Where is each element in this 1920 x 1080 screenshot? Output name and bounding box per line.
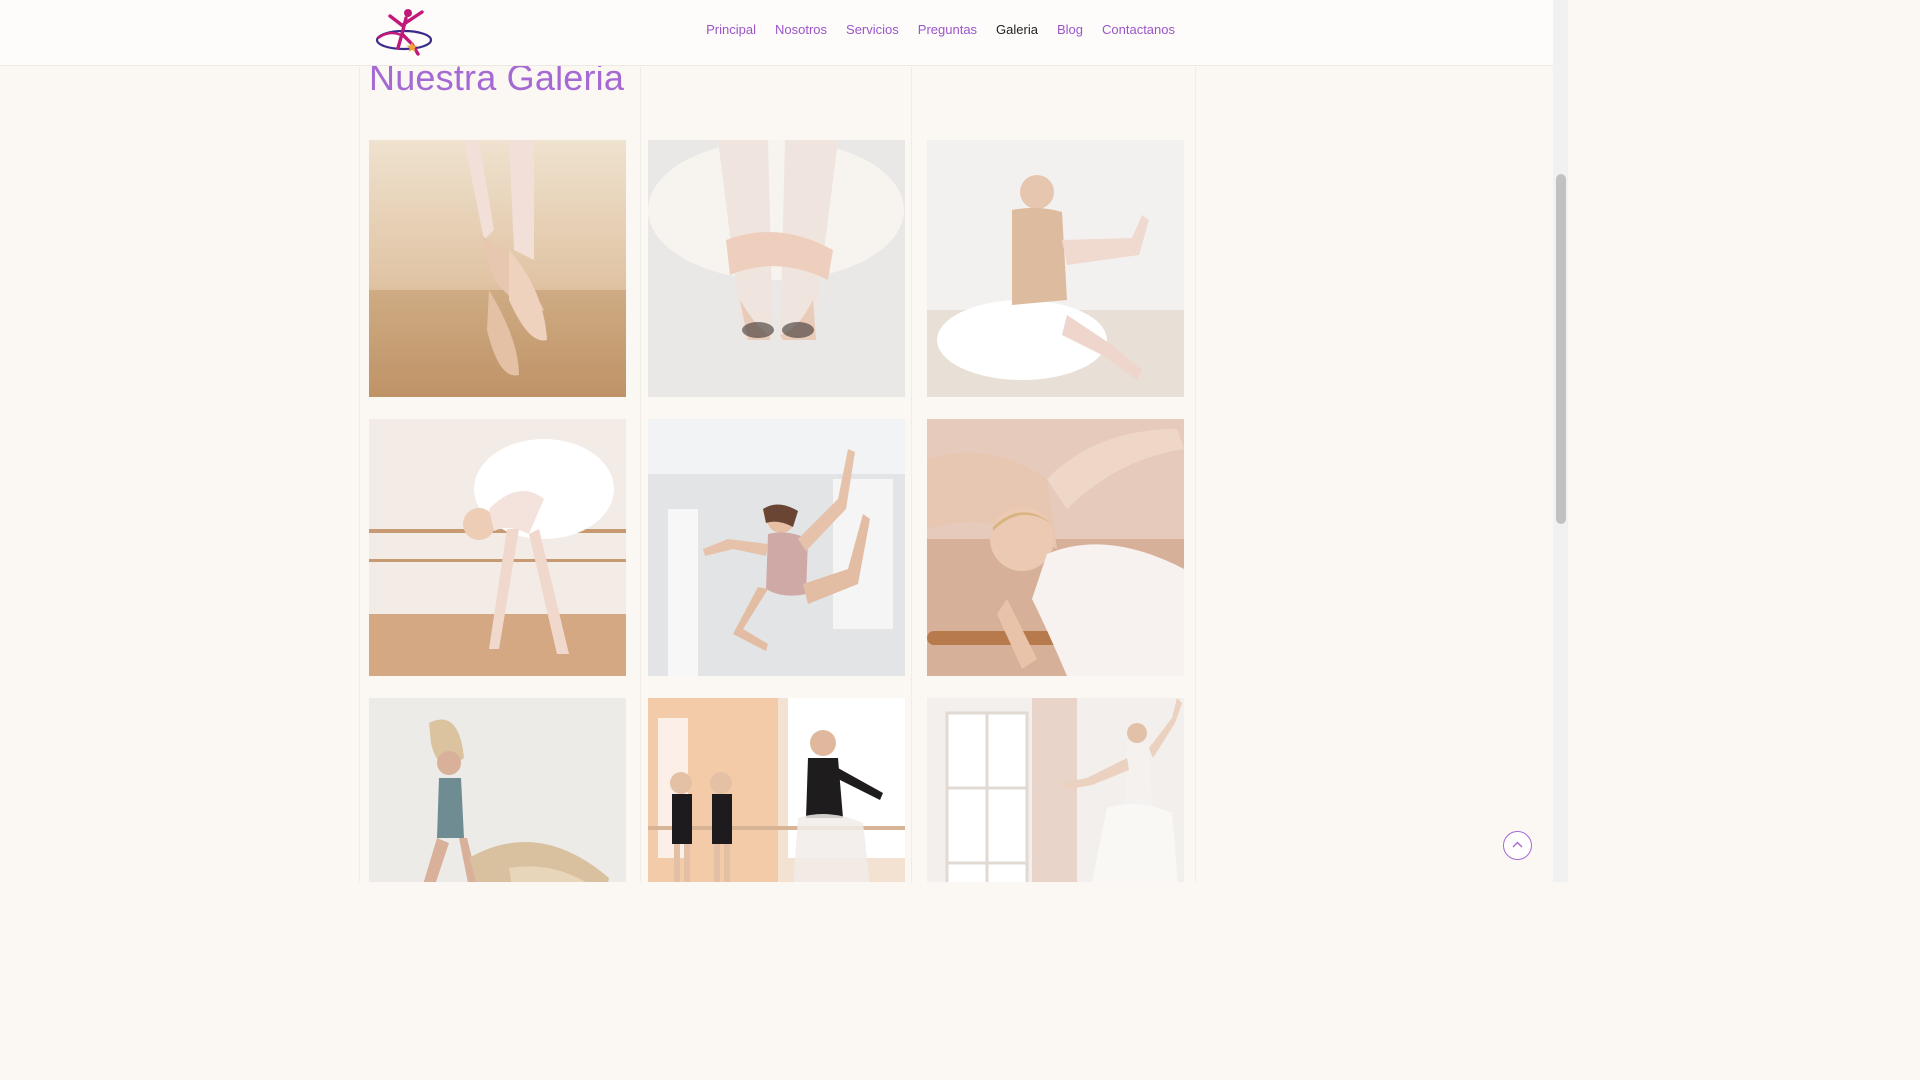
dancer-with-flowing-fabric-photo[interactable] — [369, 698, 626, 882]
teacher-with-young-students-photo[interactable] — [648, 698, 905, 882]
nav-nosotros[interactable]: Nosotros — [775, 22, 827, 37]
page-scrollbar[interactable] — [1553, 0, 1568, 882]
column-guide — [359, 0, 360, 882]
nav-galeria[interactable]: Galeria — [996, 22, 1038, 37]
chevron-up-icon — [1512, 841, 1523, 848]
page: Principal Nosotros Servicios Preguntas G… — [0, 0, 1568, 882]
column-guide — [911, 0, 912, 882]
site-header: Principal Nosotros Servicios Preguntas G… — [0, 0, 1553, 66]
scrollbar-thumb[interactable] — [1556, 174, 1566, 524]
ballerina-logo-icon[interactable] — [372, 4, 436, 62]
scroll-to-top-button[interactable] — [1503, 831, 1532, 860]
ballerina-stretching-at-barre-photo[interactable] — [927, 419, 1184, 676]
ballerina-seated-hands-on-shoes-photo[interactable] — [648, 140, 905, 397]
column-guide — [640, 0, 641, 882]
ballerina-bending-at-barre-photo[interactable] — [369, 419, 626, 676]
ballerina-by-window-photo[interactable] — [927, 698, 1184, 882]
column-guide — [1195, 0, 1196, 882]
main-nav: Principal Nosotros Servicios Preguntas G… — [706, 22, 1175, 37]
nav-servicios[interactable]: Servicios — [846, 22, 899, 37]
nav-preguntas[interactable]: Preguntas — [918, 22, 977, 37]
nav-contactanos[interactable]: Contactanos — [1102, 22, 1175, 37]
nav-blog[interactable]: Blog — [1057, 22, 1083, 37]
ballet-pointe-shoes-photo[interactable] — [369, 140, 626, 397]
ballerina-stretching-leg-photo[interactable] — [927, 140, 1184, 397]
nav-principal[interactable]: Principal — [706, 22, 756, 37]
dancer-jumping-photo[interactable] — [648, 419, 905, 676]
